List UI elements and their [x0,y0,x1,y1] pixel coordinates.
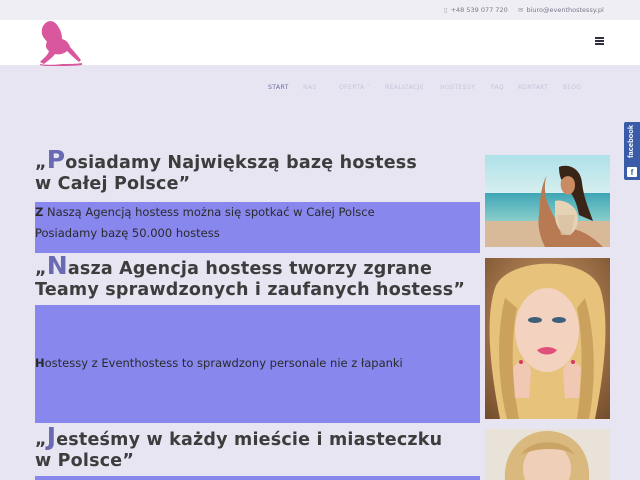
beach-model-photo[interactable] [485,155,610,247]
email-contact[interactable]: ✉ biuro@eventhostessy.pl [518,0,604,20]
heading-initial: N [46,251,68,280]
blonde-model-photo[interactable] [485,258,610,419]
heading-text-line2: w Polsce” [35,451,135,471]
envelope-icon: ✉ [518,6,524,14]
chevron-down-icon: ˅ [364,84,371,91]
body-line: Naszą Agencją hostess można się spotkać … [43,205,375,219]
model-portrait-photo[interactable] [485,429,610,480]
heading-text-line2: Teamy sprawdzonych i zaufanych hostess” [35,280,466,300]
hamburger-menu-icon[interactable] [595,37,604,45]
nav-item-faq[interactable]: FAQ [491,80,504,96]
nav-item-hostessy[interactable]: HOSTESSY [440,80,475,96]
heading-text-line2: w Całej Polsce” [35,174,191,194]
section-heading: „Jesteśmy w każdy mieście i miasteczku w… [35,424,475,472]
body-initial: H [35,356,45,370]
phone-number: +48 539 077 720 [450,6,508,14]
top-contact-bar: ▯ +48 539 077 720 ✉ biuro@eventhostessy.pl [0,0,640,20]
nav-item-kontakt[interactable]: KONTAKT [518,80,548,96]
nav-item-nas[interactable]: NAS [303,80,317,96]
heading-text: asza Agencja hostess tworzy zgrane [67,259,433,279]
site-header [0,20,640,65]
section-heading: „Posiadamy Największą bazę hostess w Cał… [35,147,475,195]
facebook-label: facebook [626,125,635,158]
hostess-silhouette-logo[interactable] [34,18,84,68]
heading-initial: J [46,422,57,451]
main-navigation: START NAS OFERTA ˅ REALIZACJE HOSTESSY F… [0,80,640,96]
section-heading: „Nasza Agencja hostess tworzy zgrane Tea… [35,253,475,301]
heading-initial: P [46,145,66,174]
body-text: Z Naszą Agencją hostess można się spotka… [35,205,375,219]
facebook-icon: f [627,167,637,177]
heading-text: osiadamy Największą bazę hostess [65,153,418,173]
nav-item-start[interactable]: START [268,80,289,96]
open-quote: „ [35,259,47,279]
body-text: Hostessy z Eventhostess to sprawdzony pe… [35,356,403,370]
facebook-side-tab[interactable]: facebook f [624,122,640,180]
phone-icon: ▯ [444,6,448,14]
email-address: biuro@eventhostessy.pl [526,6,604,14]
nav-item-realizacje[interactable]: REALIZACJE [385,80,424,96]
body-line: ostessy z Eventhostess to sprawdzony per… [44,356,403,370]
heading-text: esteśmy w każdy mieście i miasteczku [56,430,443,450]
open-quote: „ [35,153,47,173]
highlight-band [35,476,480,480]
nav-item-oferta-label: OFERTA [339,84,365,91]
nav-item-blog[interactable]: BLOG [563,80,581,96]
nav-item-oferta[interactable]: OFERTA ˅ [339,80,370,96]
open-quote: „ [35,430,47,450]
phone-contact[interactable]: ▯ +48 539 077 720 [444,0,508,20]
body-text-line2: Posiadamy bazę 50.000 hostess [35,226,220,240]
